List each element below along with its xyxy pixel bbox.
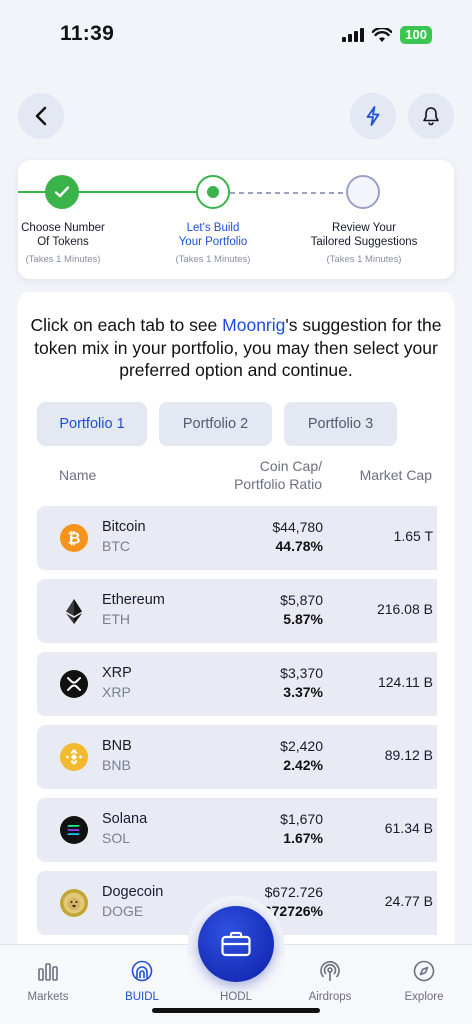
- status-time: 11:39: [60, 22, 115, 45]
- back-button[interactable]: [18, 93, 64, 139]
- token-market-cap: 89.12 B: [384, 747, 433, 763]
- compass-icon: [413, 960, 435, 982]
- column-header-market-cap: Market Cap: [359, 467, 432, 483]
- token-name: Bitcoin: [102, 519, 146, 535]
- step-1-duration: (Takes 1 Minutes): [25, 254, 101, 265]
- portfolio-tabs: Portfolio 1 Portfolio 2 Portfolio 3: [37, 402, 397, 446]
- token-portfolio-ratio: 5.87%: [283, 611, 323, 627]
- token-portfolio-ratio: 1.67%: [283, 830, 323, 846]
- status-icons: 100: [342, 26, 432, 44]
- dogecoin-icon: [60, 889, 88, 917]
- bnb-icon: [60, 743, 88, 771]
- notifications-button[interactable]: [408, 93, 454, 139]
- token-name: Dogecoin: [102, 884, 164, 900]
- step-3-title: Review Your Tailored Suggestions: [310, 222, 418, 248]
- active-dot: [207, 186, 219, 198]
- token-coin-cap: $2,420: [280, 738, 323, 754]
- token-name: XRP: [102, 665, 132, 681]
- token-portfolio-ratio: 2.42%: [283, 757, 323, 773]
- step-2-duration: (Takes 1 Minutes): [175, 254, 251, 265]
- ethereum-icon: [60, 597, 88, 625]
- tab-portfolio-2[interactable]: Portfolio 2: [159, 402, 272, 446]
- nav-airdrops[interactable]: Airdrops: [290, 959, 370, 1003]
- token-market-cap: 24.77 B: [384, 893, 433, 909]
- step-2-title: Let's Build Your Portfolio: [178, 222, 248, 248]
- token-market-cap: 61.34 B: [384, 820, 433, 836]
- token-coin-cap: $672.726: [264, 884, 323, 900]
- token-symbol: SOL: [102, 830, 131, 846]
- step-1-title: Choose Number Of Tokens: [21, 222, 105, 248]
- token-row-eth[interactable]: Ethereum ETH $5,870 5.87% 216.08 B: [37, 579, 437, 643]
- nav-hodl-label: HODL: [220, 991, 252, 1003]
- token-symbol: BTC: [102, 538, 130, 554]
- column-header-name: Name: [59, 467, 97, 483]
- token-coin-cap: $5,870: [280, 592, 323, 608]
- wifi-icon: [372, 27, 393, 42]
- step-2-active: [196, 175, 230, 209]
- briefcase-icon: [221, 931, 251, 957]
- token-name: BNB: [102, 738, 132, 754]
- step-3-pending: [346, 175, 380, 209]
- chevron-left-icon: [35, 106, 47, 126]
- instructions-text: Click on each tab to see Moonrig's sugge…: [30, 315, 442, 380]
- token-symbol: BNB: [102, 757, 131, 773]
- nav-buidl-label: BUIDL: [125, 991, 159, 1003]
- lightning-button[interactable]: [350, 93, 396, 139]
- token-name: Ethereum: [102, 592, 165, 608]
- token-symbol: ETH: [102, 611, 130, 627]
- token-coin-cap: $3,370: [280, 665, 323, 681]
- nav-buidl[interactable]: BUIDL: [102, 959, 182, 1003]
- bell-icon: [423, 107, 439, 126]
- step-1-complete: [45, 175, 79, 209]
- token-name: Solana: [102, 811, 148, 827]
- nav-markets-label: Markets: [27, 991, 69, 1003]
- nav-explore-label: Explore: [404, 991, 444, 1003]
- token-coin-cap: $1,670: [280, 811, 323, 827]
- tab-portfolio-1[interactable]: Portfolio 1: [37, 402, 147, 446]
- bitcoin-icon: ₿: [60, 524, 88, 552]
- token-symbol: DOGE: [102, 903, 144, 919]
- home-indicator: [152, 1008, 320, 1013]
- token-symbol: XRP: [102, 684, 131, 700]
- progress-stepper: Choose Number Of Tokens (Takes 1 Minutes)…: [18, 160, 454, 279]
- broadcast-icon: [320, 961, 340, 981]
- nav-explore[interactable]: Explore: [384, 959, 464, 1003]
- step-connector-pending: [230, 192, 362, 194]
- solana-icon: [60, 816, 88, 844]
- tab-portfolio-3[interactable]: Portfolio 3: [284, 402, 397, 446]
- token-row-xrp[interactable]: XRP XRP $3,370 3.37% 124.11 B: [37, 652, 437, 716]
- signal-icon: [342, 28, 365, 42]
- token-row-btc[interactable]: ₿ Bitcoin BTC $44,780 44.78% 1.65 T: [37, 506, 437, 570]
- token-portfolio-ratio: 44.78%: [275, 538, 323, 554]
- column-header-cap-ratio: Coin Cap/Portfolio Ratio: [234, 458, 322, 492]
- bar-chart-icon: [38, 963, 58, 981]
- xrp-icon: [60, 670, 88, 698]
- status-bar: 11:39 100: [0, 0, 472, 70]
- brand-name: Moonrig: [222, 315, 286, 335]
- token-coin-cap: $44,780: [272, 519, 323, 535]
- token-portfolio-ratio: 3.37%: [283, 684, 323, 700]
- nav-airdrops-label: Airdrops: [308, 991, 352, 1003]
- token-market-cap: 124.11 B: [377, 674, 433, 690]
- hodl-fab-button[interactable]: [198, 906, 274, 982]
- lightning-icon: [366, 106, 380, 126]
- token-market-cap: 216.08 B: [376, 601, 433, 617]
- svg-text:₿: ₿: [67, 530, 80, 548]
- token-row-bnb[interactable]: BNB BNB $2,420 2.42% 89.12 B: [37, 725, 437, 789]
- portfolio-card: Click on each tab to see Moonrig's sugge…: [18, 292, 454, 952]
- token-row-sol[interactable]: Solana SOL $1,670 1.67% 61.34 B: [37, 798, 437, 862]
- nav-markets[interactable]: Markets: [8, 959, 88, 1003]
- token-market-cap: 1.65 T: [393, 528, 433, 544]
- checkmark-icon: [54, 186, 70, 198]
- battery-indicator: 100: [400, 26, 432, 44]
- buidl-icon: [131, 960, 153, 982]
- step-3-duration: (Takes 1 Minutes): [326, 254, 402, 265]
